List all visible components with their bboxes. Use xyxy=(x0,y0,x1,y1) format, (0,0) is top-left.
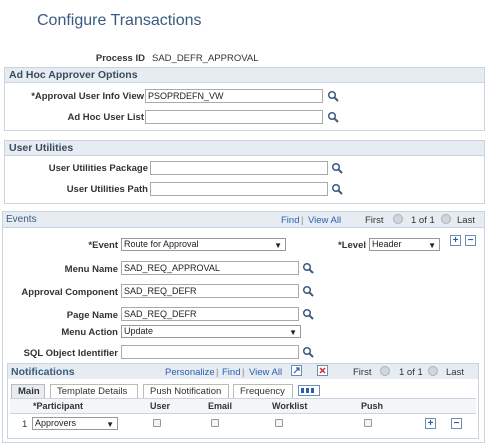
menu-name-input[interactable]: SAD_REQ_APPROVAL xyxy=(121,261,299,275)
notifications-count: 1 of 1 xyxy=(399,367,423,378)
adhoc-user-list-label: Ad Hoc User List xyxy=(67,112,144,123)
search-icon[interactable] xyxy=(302,308,314,320)
search-icon[interactable] xyxy=(331,162,343,174)
notifications-header: Notifications xyxy=(11,366,75,378)
next-icon[interactable] xyxy=(428,366,438,376)
user-utilities-package-label: User Utilities Package xyxy=(48,163,148,174)
menu-name-label: Menu Name xyxy=(64,264,118,275)
push-checkbox[interactable] xyxy=(364,419,372,427)
notifications-view-all-link[interactable]: View All xyxy=(249,367,282,378)
show-all-columns-icon[interactable] xyxy=(298,385,320,396)
add-row-icon[interactable]: + xyxy=(425,418,436,429)
previous-icon[interactable] xyxy=(380,366,390,376)
dropdown-arrow-icon: ▼ xyxy=(274,241,282,250)
notifications-first-label: First xyxy=(353,367,372,378)
user-utilities-path-input[interactable] xyxy=(150,182,328,196)
level-label: *Level xyxy=(338,240,366,251)
tab-template-details[interactable]: Template Details xyxy=(50,384,138,398)
search-icon[interactable] xyxy=(327,90,339,102)
dropdown-arrow-icon: ▼ xyxy=(289,328,297,337)
page-name-input[interactable]: SAD_REQ_DEFR xyxy=(121,307,299,321)
events-header: Events xyxy=(6,214,37,225)
events-view-all-link[interactable]: View All xyxy=(308,215,341,226)
next-icon[interactable] xyxy=(441,214,451,224)
menu-action-value: Update xyxy=(124,326,154,336)
search-icon[interactable] xyxy=(302,262,314,274)
download-excel-icon[interactable] xyxy=(317,365,328,376)
user-utilities-path-label: User Utilities Path xyxy=(66,184,148,195)
notifications-find-link[interactable]: Find xyxy=(222,367,240,378)
approval-component-label: Approval Component xyxy=(21,287,118,298)
zoom-grid-icon[interactable] xyxy=(291,365,302,376)
page-title: Configure Transactions xyxy=(37,12,202,29)
add-row-icon[interactable]: + xyxy=(450,235,461,246)
previous-icon[interactable] xyxy=(393,214,403,224)
events-count: 1 of 1 xyxy=(411,215,435,226)
tab-push-notification[interactable]: Push Notification xyxy=(143,384,229,398)
process-id-value: SAD_DEFR_APPROVAL xyxy=(152,53,259,64)
worklist-checkbox[interactable] xyxy=(275,419,283,427)
search-icon[interactable] xyxy=(331,183,343,195)
notifications-last-label: Last xyxy=(446,367,464,378)
email-checkbox[interactable] xyxy=(211,419,219,427)
events-last-label: Last xyxy=(457,215,475,226)
notifications-nav-separator: | xyxy=(216,367,219,378)
events-nav-separator: | xyxy=(301,215,304,226)
tab-frequency[interactable]: Frequency xyxy=(233,384,293,398)
dropdown-arrow-icon: ▼ xyxy=(428,241,436,250)
adhoc-user-list-input[interactable] xyxy=(145,110,323,124)
notifications-nav-separator: | xyxy=(242,367,245,378)
column-email: Email xyxy=(208,401,233,411)
column-push: Push xyxy=(361,401,384,411)
search-icon[interactable] xyxy=(327,111,339,123)
events-find-link[interactable]: Find xyxy=(281,215,299,226)
search-icon[interactable] xyxy=(302,285,314,297)
user-checkbox[interactable] xyxy=(153,419,161,427)
approval-user-info-view-label: *Approval User Info View xyxy=(31,91,144,102)
row-number: 1 xyxy=(22,419,28,430)
menu-action-label: Menu Action xyxy=(61,327,118,338)
sql-object-identifier-input[interactable] xyxy=(121,345,299,359)
user-utilities-header: User Utilities xyxy=(5,141,484,156)
search-icon[interactable] xyxy=(302,346,314,358)
column-participant: *Participant xyxy=(33,401,84,411)
participant-value: Approvers xyxy=(35,418,77,428)
event-label: *Event xyxy=(88,240,118,251)
event-select-value: Route for Approval xyxy=(124,239,199,249)
process-id-label: Process ID xyxy=(95,53,145,64)
column-worklist: Worklist xyxy=(272,401,308,411)
events-first-label: First xyxy=(365,215,384,226)
level-select-value: Header xyxy=(372,239,402,249)
dropdown-arrow-icon: ▼ xyxy=(106,420,114,429)
participant-select[interactable]: Approvers ▼ xyxy=(32,417,118,430)
approval-user-info-view-input[interactable]: PSOPRDEFN_VW xyxy=(145,89,323,103)
column-user: User xyxy=(150,401,171,411)
sql-object-identifier-label: SQL Object Identifier xyxy=(23,348,118,359)
delete-row-icon[interactable]: − xyxy=(465,235,476,246)
menu-action-select[interactable]: Update ▼ xyxy=(121,325,301,338)
user-utilities-package-input[interactable] xyxy=(150,161,328,175)
tab-main[interactable]: Main xyxy=(11,384,45,398)
adhoc-approver-header: Ad Hoc Approver Options xyxy=(5,68,484,83)
level-select[interactable]: Header ▼ xyxy=(369,238,440,251)
page-name-label: Page Name xyxy=(66,310,118,321)
event-select[interactable]: Route for Approval ▼ xyxy=(121,238,286,251)
approval-component-input[interactable]: SAD_REQ_DEFR xyxy=(121,284,299,298)
personalize-link[interactable]: Personalize xyxy=(165,367,215,378)
delete-row-icon[interactable]: − xyxy=(451,418,462,429)
